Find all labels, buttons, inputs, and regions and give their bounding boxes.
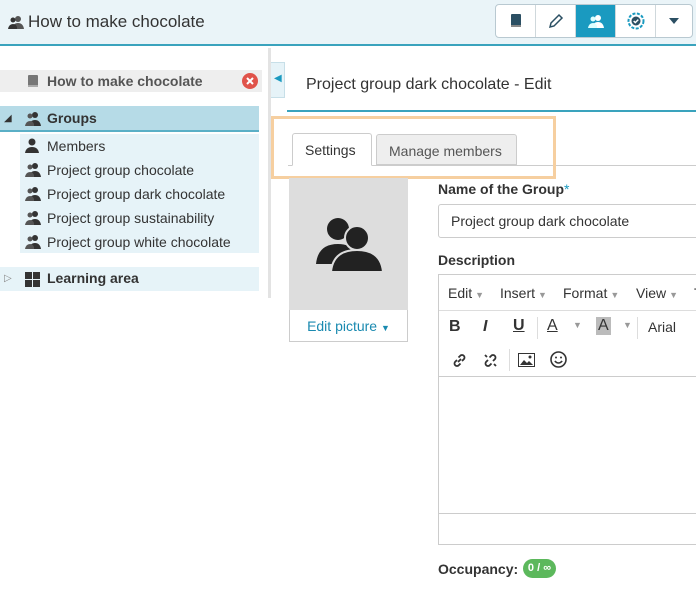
group-icon	[25, 112, 41, 126]
caret-down-icon[interactable]: ▼	[623, 320, 632, 330]
bold-icon[interactable]: B	[449, 318, 461, 336]
grid-icon	[25, 272, 40, 287]
tabs-highlight-box	[271, 116, 556, 179]
group-icon	[25, 211, 41, 225]
required-mark: *	[564, 181, 570, 197]
menu-label: View	[636, 285, 667, 301]
user-icon	[25, 138, 39, 153]
group-picture	[289, 178, 408, 310]
text-color-icon[interactable]: A	[547, 317, 558, 335]
view-toolbar	[495, 4, 693, 38]
course-view-button[interactable]	[496, 5, 536, 37]
sidebar-item-label: Project group white chocolate	[47, 234, 231, 250]
group-icon	[25, 235, 41, 249]
editor-menu-view[interactable]: View ▼	[636, 285, 678, 301]
sidebar-item-groups[interactable]: ◢ Groups	[0, 106, 259, 132]
expanded-triangle-icon[interactable]: ◢	[4, 113, 12, 124]
edit-picture-button[interactable]: Edit picture ▼	[289, 310, 408, 342]
background-color-icon[interactable]: A	[596, 317, 611, 335]
description-editor: Edit▼ Insert▼ Format▼ View▼ T B I U A ▼ …	[438, 274, 696, 545]
pencil-icon	[548, 13, 563, 29]
collapsed-triangle-icon[interactable]: ▷	[4, 273, 12, 284]
description-label: Description	[438, 252, 516, 268]
underline-icon[interactable]: U	[513, 317, 525, 335]
description-text-area[interactable]	[439, 379, 696, 513]
caret-down-icon[interactable]: ▼	[573, 320, 582, 330]
course-title: How to make chocolate	[28, 12, 205, 31]
chevron-left-icon: ◀	[274, 73, 282, 84]
caret-down-icon: ▼	[381, 323, 390, 333]
close-icon[interactable]	[242, 73, 258, 89]
unlink-icon[interactable]	[482, 352, 499, 369]
editor-status-bar	[439, 513, 696, 545]
sidebar-root-course[interactable]: How to make chocolate	[0, 70, 262, 92]
toolbar-separator	[637, 317, 638, 339]
caret-down-icon: ▼	[610, 290, 620, 300]
font-family-select[interactable]: Arial	[648, 319, 676, 335]
settings-badge-icon	[627, 12, 644, 30]
title-divider	[287, 110, 696, 112]
sidebar-item-label: Project group sustainability	[47, 210, 215, 226]
caret-down-icon: ▼	[538, 290, 547, 300]
editor-toolbar-row-2	[439, 343, 696, 377]
page-title: Project group dark chocolate - Edit	[306, 76, 552, 93]
italic-icon[interactable]: I	[483, 318, 487, 336]
toolbar-separator	[509, 349, 510, 371]
group-name-label: Name of the Group*	[438, 181, 569, 197]
link-icon[interactable]	[451, 352, 468, 369]
editor-toolbar-row-1: B I U A ▼ A ▼ Arial	[439, 311, 696, 343]
group-name-label-text: Name of the Group	[438, 181, 565, 197]
sidebar-collapse-toggle[interactable]: ◀	[271, 62, 285, 98]
top-bar: How to make chocolate	[0, 0, 696, 46]
toolbar-separator	[537, 317, 538, 339]
sidebar: How to make chocolate ◢ Groups Members P…	[0, 48, 270, 298]
group-avatar-icon	[316, 218, 382, 272]
groups-list: Members Project group chocolate Project …	[20, 134, 259, 253]
sidebar-item-project-group-white-chocolate[interactable]: Project group white chocolate	[20, 230, 259, 254]
emoticon-icon[interactable]	[550, 351, 567, 368]
group-name-input[interactable]: Project group dark chocolate	[438, 204, 696, 238]
occupancy-label: Occupancy:	[438, 561, 519, 577]
group-icon	[587, 15, 604, 28]
sidebar-item-learning-area[interactable]: ▷ Learning area	[0, 267, 259, 291]
more-dropdown-button[interactable]	[656, 5, 692, 37]
edit-mode-button[interactable]	[536, 5, 576, 37]
editor-menubar: Edit▼ Insert▼ Format▼ View▼ T	[439, 275, 696, 311]
sidebar-item-project-group-sustainability[interactable]: Project group sustainability	[20, 206, 259, 230]
sidebar-item-project-group-dark-chocolate[interactable]: Project group dark chocolate	[20, 182, 259, 206]
menu-label: Insert	[500, 285, 536, 301]
sidebar-item-label: Project group dark chocolate	[47, 186, 226, 202]
occupancy-badge: 0 / ∞	[523, 559, 556, 578]
caret-down-icon: ▼	[475, 290, 485, 300]
sidebar-item-project-group-chocolate[interactable]: Project group chocolate	[20, 158, 259, 182]
sidebar-learning-area-label: Learning area	[47, 270, 139, 286]
editor-menu-insert[interactable]: Insert ▼	[500, 285, 547, 301]
settings-button[interactable]	[616, 5, 656, 37]
editor-menu-format[interactable]: Format ▼	[563, 285, 619, 301]
caret-down-icon: ▼	[669, 290, 679, 300]
course-book-icon	[28, 75, 38, 87]
group-icon	[8, 16, 24, 29]
group-icon	[25, 187, 41, 201]
sidebar-groups-label: Groups	[47, 110, 97, 126]
groups-view-button[interactable]	[576, 5, 616, 37]
menu-label: Edit	[448, 285, 473, 301]
course-book-icon	[510, 14, 521, 27]
editor-menu-edit[interactable]: Edit ▼	[448, 285, 484, 301]
sidebar-root-label: How to make chocolate	[47, 73, 203, 89]
menu-label: Format	[563, 285, 608, 301]
edit-picture-label: Edit picture	[307, 318, 378, 334]
sidebar-item-members[interactable]: Members	[20, 134, 259, 158]
group-icon	[25, 163, 41, 177]
caret-down-icon	[669, 18, 679, 24]
sidebar-item-label: Project group chocolate	[47, 162, 195, 178]
sidebar-item-label: Members	[47, 138, 106, 154]
image-icon[interactable]	[518, 353, 535, 367]
